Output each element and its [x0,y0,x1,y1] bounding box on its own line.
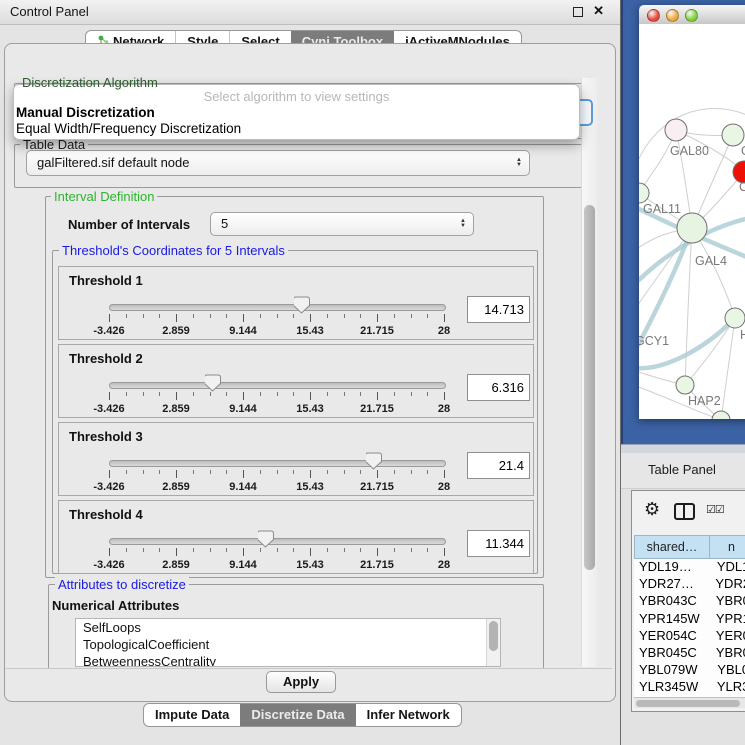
numerical-attributes-label: Numerical Attributes [52,598,179,613]
svg-text:HAP2: HAP2 [688,394,721,408]
slider-thumb[interactable] [366,452,382,470]
table-horizontal-scrollbar[interactable] [634,697,745,708]
node-table: ⚙ ☑☑ shared…n YDL19…YDL1YDR27…YDR2YBR043… [631,490,745,712]
table-rows: YDL19…YDL1YDR27…YDR2YBR043CYBR0YPR145WYP… [634,559,745,697]
svg-text:GAL80: GAL80 [670,144,709,158]
num-intervals-label: Number of Intervals [68,217,190,232]
svg-text:GCY1: GCY1 [639,334,669,348]
close-traffic-light[interactable] [647,9,660,22]
network-canvas[interactable]: GAL80 G C GAL11 GAL4 GCY1 H HAP2 [639,24,745,419]
attribute-list-item[interactable]: TopologicalCoefficient [76,636,500,653]
algorithm-dropdown-popup: Select algorithm to view settings Manual… [13,84,580,140]
tab-impute-data[interactable]: Impute Data [144,704,240,726]
threshold-value-field[interactable]: 6.316 [467,374,530,401]
svg-text:H: H [740,328,745,342]
apply-button[interactable]: Apply [266,671,336,693]
algorithm-placeholder-option[interactable]: Select algorithm to view settings [14,89,579,104]
float-window-icon[interactable] [573,7,583,17]
slider-track[interactable] [109,382,446,389]
interval-definition-label: Interval Definition [51,189,157,204]
slider-thumb[interactable] [294,296,310,314]
table-row[interactable]: YBL079WYBL0 [634,662,745,679]
right-panel: GAL80 G C GAL11 GAL4 GCY1 H HAP2 Table Panel ⚙ … [620,0,745,745]
threshold-label: Threshold 1 [69,273,143,288]
threshold-value-field[interactable]: 21.4 [467,452,530,479]
svg-text:GAL11: GAL11 [643,202,681,216]
gear-icon[interactable]: ⚙ [644,499,660,520]
panel-scrollbar[interactable] [581,78,597,667]
threshold-row: Threshold 3 -3.4262.8599.14415.4321.71528… [58,422,534,496]
bottom-tab-bar: Impute DataDiscretize DataInfer Network [143,703,462,727]
control-panel: Control Panel ✕ NetworkStyleSelectCyni T… [0,0,620,745]
minimize-traffic-light[interactable] [666,9,679,22]
table-header: shared…n [634,535,745,559]
algorithm-option-equal-width[interactable]: Equal Width/Frequency Discretization [16,121,241,136]
close-icon[interactable]: ✕ [593,3,604,19]
threshold-label: Threshold 4 [69,507,143,522]
network-view-frame: GAL80 G C GAL11 GAL4 GCY1 H HAP2 [621,0,745,444]
num-intervals-combobox[interactable]: 5 ▲▼ [210,212,474,236]
threshold-label: Threshold 3 [69,429,143,444]
panel-title: Control Panel [10,4,89,19]
table-row[interactable]: YLR345WYLR3 [634,679,745,696]
table-panel-title: Table Panel [648,462,716,477]
table-row[interactable]: YDL19…YDL1 [634,559,745,576]
table-panel-titlebar: Table Panel [621,453,745,489]
table-toolbar: ⚙ ☑☑ [632,491,745,535]
tab-discretize-data[interactable]: Discretize Data [240,704,355,726]
checkbox-icons[interactable]: ☑☑ [706,503,724,516]
scrollbar-thumb[interactable] [636,700,740,707]
threshold-row: Threshold 2 -3.4262.8599.14415.4321.71528… [58,344,534,418]
threshold-value-field[interactable]: 14.713 [467,296,530,323]
split-view-icon[interactable] [674,503,695,520]
table-row[interactable]: YBR043CYBR0 [634,593,745,610]
threshold-value-field[interactable]: 11.344 [467,530,530,557]
table-row[interactable]: YDR27…YDR2 [634,576,745,593]
slider-ticks: -3.4262.8599.14415.4321.71528 [109,314,444,340]
svg-text:C: C [739,180,745,194]
threshold-row: Threshold 1 -3.4262.8599.14415.4321.71528… [58,266,534,340]
scrollbar-thumb[interactable] [584,205,595,570]
attributes-group-label: Attributes to discretize [55,577,189,592]
column-header[interactable]: n [710,535,745,559]
slider-ticks: -3.4262.8599.14415.4321.71528 [109,392,444,418]
attribute-list-item[interactable]: SelfLoops [76,619,500,636]
table-row[interactable]: YER054CYER0 [634,628,745,645]
table-data-combobox[interactable]: galFiltered.sif default node ▲▼ [26,150,530,176]
combo-stepper-icon: ▲▼ [460,219,466,229]
slider-track[interactable] [109,304,446,311]
svg-text:GAL4: GAL4 [695,254,727,268]
numerical-attributes-list[interactable]: SelfLoopsTopologicalCoefficientBetweenne… [75,618,501,667]
threshold-row: Threshold 4 -3.4262.8599.14415.4321.71528… [58,500,534,574]
threshold-label: Threshold 2 [69,351,143,366]
slider-thumb[interactable] [205,374,221,392]
thresholds-group-label: Threshold's Coordinates for 5 Intervals [59,243,288,258]
attribute-list-item[interactable]: BetweennessCentrality [76,653,500,667]
control-panel-titlebar: Control Panel ✕ [0,0,620,25]
slider-ticks: -3.4262.8599.14415.4321.71528 [109,548,444,574]
slider-thumb[interactable] [258,530,274,548]
tab-infer-network[interactable]: Infer Network [356,704,461,726]
svg-text:G: G [741,144,745,158]
algorithm-option-manual[interactable]: Manual Discretization [16,105,155,120]
slider-track[interactable] [109,460,446,467]
column-header[interactable]: shared… [634,535,710,559]
algorithm-group-label: Discretization Algorithm [22,75,158,90]
zoom-traffic-light[interactable] [685,9,698,22]
network-window-titlebar [639,5,745,25]
list-scrollbar[interactable] [486,619,500,666]
application: Control Panel ✕ NetworkStyleSelectCyni T… [0,0,745,745]
network-window: GAL80 G C GAL11 GAL4 GCY1 H HAP2 [639,5,745,419]
slider-track[interactable] [109,538,446,545]
combo-stepper-icon: ▲▼ [516,158,522,168]
table-row[interactable]: YBR045CYBR0 [634,645,745,662]
slider-ticks: -3.4262.8599.14415.4321.71528 [109,470,444,496]
table-row[interactable]: YPR145WYPR1 [634,611,745,628]
